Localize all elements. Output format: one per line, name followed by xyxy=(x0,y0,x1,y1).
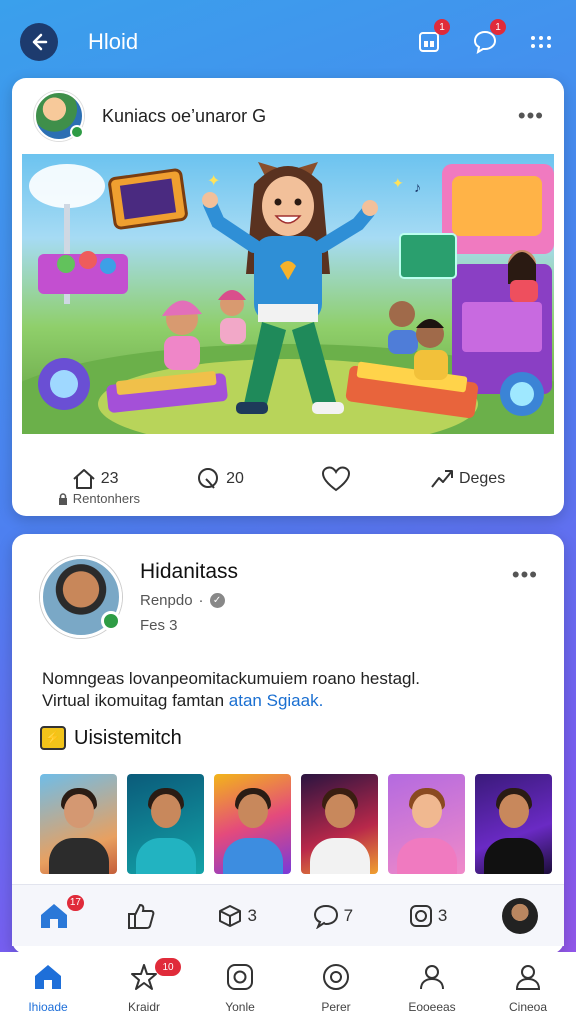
my-avatar-button[interactable] xyxy=(502,897,538,934)
nav-label-perer: Perer xyxy=(321,1000,351,1014)
speech-bubble-icon xyxy=(313,904,338,929)
profile-subtitle: Renpdo · ✓ xyxy=(140,592,238,609)
gallery-thumb[interactable] xyxy=(40,774,117,874)
camera-icon xyxy=(409,904,432,927)
twitch-icon: ⚡ xyxy=(40,726,66,750)
instagram-icon xyxy=(227,964,253,990)
comments-action-count: 7 xyxy=(343,905,354,925)
gallery-thumb[interactable] xyxy=(475,774,552,874)
home-outline-icon xyxy=(73,469,95,489)
user-icon xyxy=(420,965,444,990)
profile-avatar[interactable] xyxy=(40,556,122,638)
nav-label-yonle: Yonle xyxy=(225,1000,255,1014)
cube-icon xyxy=(219,904,242,927)
home-icon xyxy=(35,965,61,989)
nav-item-eooeeas[interactable]: Eooeeas xyxy=(387,962,477,1014)
profile-post-more-button[interactable]: ••• xyxy=(506,562,544,588)
nav-item-perer[interactable]: Perer xyxy=(291,962,381,1014)
post-text-line1: Nomngeas lovanpeomitackumuiem roano hest… xyxy=(42,669,420,688)
profile-subtitle-text: Renpdo xyxy=(140,592,193,609)
share-button[interactable]: Deges xyxy=(429,468,505,490)
search-comment-icon xyxy=(198,468,219,489)
lock-icon xyxy=(58,492,67,505)
svg-text:✦: ✦ xyxy=(392,175,404,191)
comments-count: 20 xyxy=(226,470,244,487)
bottom-navigation: Ihioade 10 Kraidr Yonle Perer Eooeeas Ci… xyxy=(0,952,576,1024)
gallery-thumb[interactable] xyxy=(214,774,291,874)
menu-button[interactable] xyxy=(526,27,556,57)
likes-count: 23 xyxy=(100,470,119,487)
gallery-header: ⚡ Uisistemitch xyxy=(40,726,182,750)
home-icon xyxy=(41,903,67,928)
likes-sub-label: Rentonhers xyxy=(72,491,140,506)
post-author-name[interactable]: Kuniacs oe’unaror G xyxy=(102,106,266,127)
nav-item-cineoa[interactable]: Cineoa xyxy=(483,962,573,1014)
games-count: 3 xyxy=(247,905,257,925)
svg-text:♪: ♪ xyxy=(414,179,421,195)
share-label: Deges xyxy=(458,470,506,487)
post-more-button[interactable]: ••• xyxy=(512,103,550,129)
notifications-button[interactable]: 1 xyxy=(414,19,450,57)
separator-dot: · xyxy=(198,592,204,609)
reactions-bar: 23 Rentonhers 20 Deges xyxy=(12,444,564,514)
gallery-title: Uisistemitch xyxy=(74,726,182,749)
gallery-thumb[interactable] xyxy=(388,774,465,874)
author-avatar[interactable] xyxy=(34,91,84,141)
online-status-icon xyxy=(101,611,121,631)
comments-action-button[interactable]: 7 xyxy=(312,903,353,929)
gallery-thumb[interactable] xyxy=(301,774,378,874)
online-status-icon xyxy=(70,125,84,139)
nav-item-kraidr[interactable]: 10 Kraidr xyxy=(99,958,189,1014)
nav-label-home: Ihioade xyxy=(28,1000,68,1014)
likes-sub: Rentonhers xyxy=(57,491,140,506)
post-body: Nomngeas lovanpeomitackumuiem roano hest… xyxy=(42,668,542,712)
post-text-line2-plain: Virtual ikomuitag famtan xyxy=(42,691,225,710)
profile-subtitle2: Fes 3 xyxy=(140,617,178,634)
grid-dots-icon xyxy=(531,36,551,48)
top-bar: Hloid 1 1 xyxy=(0,0,576,84)
share-arrow-icon xyxy=(431,470,453,488)
comment-button[interactable]: 20 xyxy=(196,466,244,492)
camera-count: 3 xyxy=(437,905,448,925)
like-button[interactable]: 23 Rentonhers xyxy=(58,467,140,506)
nav-item-home[interactable]: Ihioade xyxy=(3,962,93,1014)
app-title: Hloid xyxy=(88,29,139,54)
notification-badge: 1 xyxy=(434,19,450,35)
post-text-line2: Virtual ikomuitag famtan atan Sgiaak. xyxy=(42,690,542,712)
nav-item-yonle[interactable]: Yonle xyxy=(195,962,285,1014)
home-badge: 17 xyxy=(66,894,84,911)
svg-text:✦: ✦ xyxy=(207,173,220,190)
action-bar: 17 3 7 3 xyxy=(12,884,564,946)
kraidr-badge: 10 xyxy=(155,958,181,976)
games-action-button[interactable]: 3 xyxy=(217,903,257,929)
profile-icon xyxy=(515,965,541,990)
nav-label-kraidr: Kraidr xyxy=(127,1000,160,1014)
post-image[interactable]: ✦ ✦ ♪ xyxy=(22,154,554,434)
gallery-thumb[interactable] xyxy=(127,774,204,874)
thumbs-up-icon xyxy=(127,903,155,929)
feed-post-card: Kuniacs oe’unaror G ••• ✦ ✦ ♪ 23 Rentonh… xyxy=(12,78,564,516)
record-icon xyxy=(323,964,349,990)
nav-label-cineoa: Cineoa xyxy=(508,1000,548,1014)
home-action-button[interactable]: 17 xyxy=(38,894,84,931)
heart-button[interactable] xyxy=(321,465,351,493)
nav-label-eooeeas: Eooeeas xyxy=(408,1000,456,1014)
arrow-left-icon xyxy=(32,33,48,51)
heart-icon xyxy=(322,466,351,492)
share-action-button[interactable] xyxy=(125,902,163,930)
profile-name[interactable]: Hidanitass xyxy=(140,560,238,584)
post-link[interactable]: atan Sgiaak. xyxy=(229,691,324,710)
message-badge: 1 xyxy=(490,19,506,35)
verified-icon: ✓ xyxy=(209,593,225,608)
back-button[interactable] xyxy=(20,23,58,61)
game-scene-illustration: ✦ ✦ ♪ xyxy=(22,162,554,434)
messages-button[interactable]: 1 xyxy=(470,19,506,57)
gallery-thumbnails xyxy=(40,774,552,874)
my-avatar xyxy=(502,897,538,934)
camera-action-button[interactable]: 3 xyxy=(408,903,447,929)
